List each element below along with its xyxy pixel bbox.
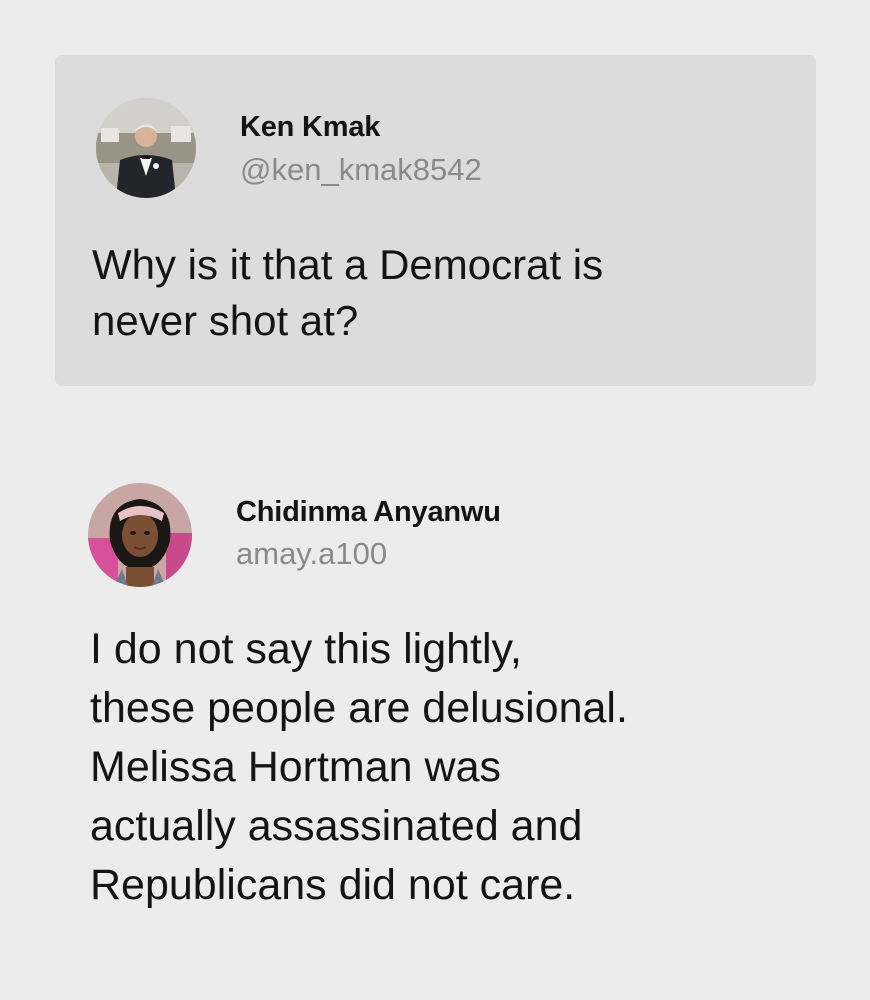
display-name[interactable]: Chidinma Anyanwu [236,496,501,529]
user-handle[interactable]: @ken_kmak8542 [240,152,482,188]
original-post-card[interactable]: Ken Kmak @ken_kmak8542 Why is it that a … [55,55,816,386]
user-photo-icon [88,483,192,587]
reply-post[interactable]: Chidinma Anyanwu amay.a100 I do not say … [0,470,870,970]
display-name[interactable]: Ken Kmak [240,111,380,144]
avatar[interactable] [88,483,192,587]
post-text: I do not say this lightly, these people … [90,625,628,909]
post-text: Why is it that a Democrat is never shot … [92,241,604,344]
user-handle[interactable]: amay.a100 [236,536,387,572]
avatar[interactable] [96,98,196,198]
user-photo-icon [96,98,196,198]
